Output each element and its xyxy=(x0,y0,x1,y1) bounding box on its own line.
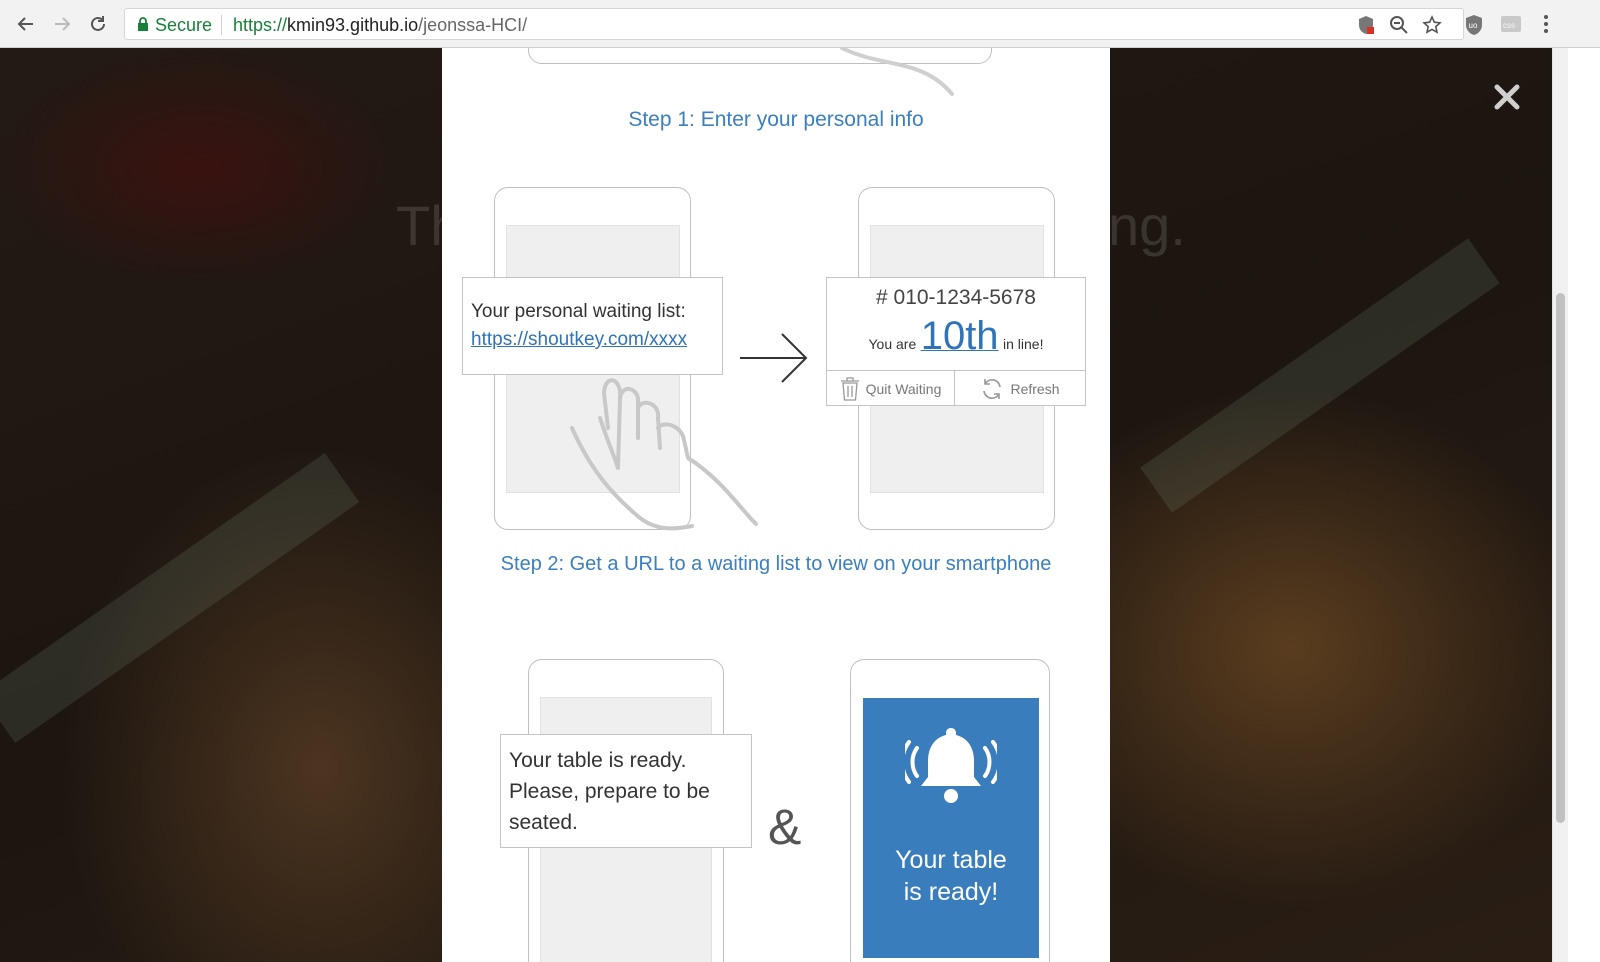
hand-pointer-icon xyxy=(570,378,758,531)
page-scrollbar[interactable] xyxy=(1552,48,1568,962)
close-modal-button[interactable] xyxy=(1490,80,1524,114)
background-decoration xyxy=(1140,238,1500,513)
url-path: /jeonssa-HCI/ xyxy=(418,15,528,35)
queue-status-card: # 010-1234-5678 You are 10th in line! Qu… xyxy=(826,277,1086,406)
reload-icon[interactable] xyxy=(84,10,112,38)
status-phone-number: # 010-1234-5678 xyxy=(876,286,1036,309)
menu-icon[interactable] xyxy=(1536,14,1556,34)
queue-position-line: You are 10th in line! xyxy=(827,314,1085,359)
ampersand-symbol: & xyxy=(768,799,802,855)
zoom-icon[interactable] xyxy=(1389,15,1409,35)
table-ready-line2: Please, prepare to be xyxy=(509,780,710,803)
refresh-button[interactable]: Refresh xyxy=(955,370,1085,406)
shield-icon[interactable] xyxy=(1357,15,1377,35)
bell-icon xyxy=(905,728,997,803)
window-edge xyxy=(1568,48,1600,962)
you-are-label: You are xyxy=(868,336,917,352)
quit-waiting-label: Quit Waiting xyxy=(865,380,942,397)
quit-waiting-button[interactable]: Quit Waiting xyxy=(827,370,955,406)
arrow-right-icon xyxy=(740,333,808,383)
url-text[interactable]: https://kmin93.github.io/jeonssa-HCI/ xyxy=(233,15,527,36)
table-ready-message-card: Your table is ready. Please, prepare to … xyxy=(500,734,752,848)
url-scheme: https:// xyxy=(233,15,288,35)
back-icon[interactable] xyxy=(12,10,40,38)
table-ready-line3: seated. xyxy=(509,811,578,834)
step2-title: Step 2: Get a URL to a waiting list to v… xyxy=(500,553,1052,575)
notification-line1: Your table xyxy=(895,846,1007,874)
forward-icon[interactable] xyxy=(48,10,76,38)
notification-screen: Your table is ready! xyxy=(863,698,1039,958)
lock-icon xyxy=(137,17,149,37)
in-line-label: in line! xyxy=(1003,336,1044,352)
refresh-icon xyxy=(983,378,1002,399)
how-it-works-modal: Step 1: Enter your personal info Your pe… xyxy=(442,48,1110,962)
notification-line2: is ready! xyxy=(903,878,999,906)
hand-gesture-icon xyxy=(840,48,954,96)
url-host: kmin93.github.io xyxy=(287,15,419,35)
table-ready-line1: Your table is ready. xyxy=(509,749,687,772)
phone-frame-bottom-right: Your table is ready! xyxy=(850,659,1050,962)
address-bar[interactable]: Secure https://kmin93.github.io/jeonssa-… xyxy=(124,8,1464,40)
background-decoration xyxy=(0,452,360,744)
scrollbar-thumb[interactable] xyxy=(1556,293,1565,823)
omnibox-divider xyxy=(221,15,222,35)
waiting-list-label: Your personal waiting list: xyxy=(471,301,686,322)
star-icon[interactable] xyxy=(1422,15,1442,35)
svg-text:uo: uo xyxy=(1469,21,1478,30)
step1-title: Step 1: Enter your personal info xyxy=(628,108,924,131)
trash-icon xyxy=(840,376,859,401)
ublock-icon[interactable]: uo xyxy=(1464,14,1484,35)
browser-toolbar: Secure https://kmin93.github.io/jeonssa-… xyxy=(0,0,1600,48)
queue-position-number: 10th xyxy=(920,314,999,358)
css-icon[interactable]: css xyxy=(1500,14,1521,34)
background-heading-right: ng. xyxy=(1108,194,1186,257)
svg-text:css: css xyxy=(1503,21,1515,30)
refresh-label: Refresh xyxy=(1010,380,1060,397)
secure-label: Secure xyxy=(155,15,213,35)
